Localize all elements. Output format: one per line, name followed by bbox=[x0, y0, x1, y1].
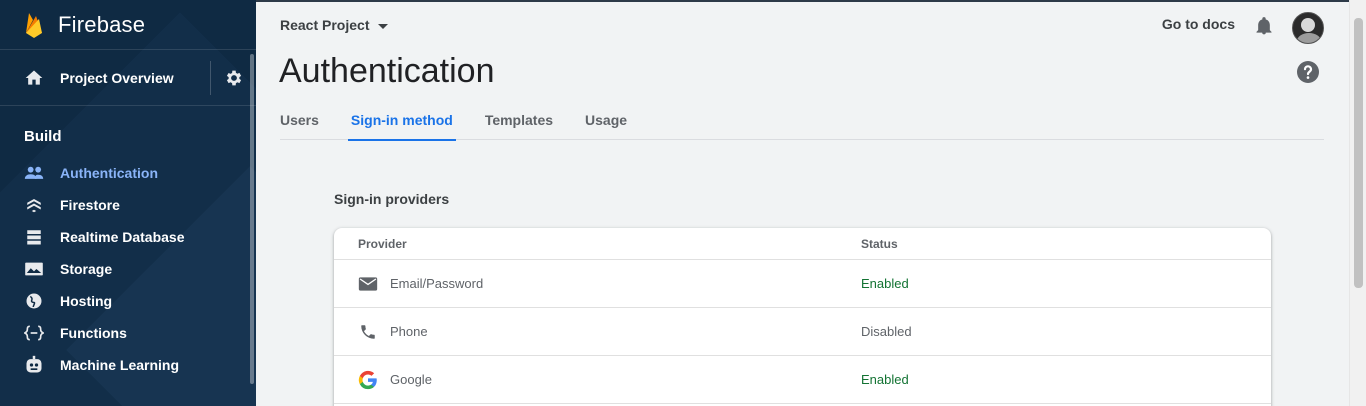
robot-icon bbox=[24, 355, 44, 375]
project-overview-label: Project Overview bbox=[60, 69, 174, 86]
page-title: Authentication bbox=[279, 52, 495, 90]
sidebar-item-machine-learning[interactable]: Machine Learning bbox=[0, 349, 256, 381]
people-icon bbox=[24, 163, 44, 183]
sidebar-item-label: Storage bbox=[60, 261, 113, 277]
sidebar-item-authentication[interactable]: Authentication bbox=[0, 157, 256, 189]
tab-templates[interactable]: Templates bbox=[485, 100, 553, 140]
tab-bar: Users Sign-in method Templates Usage bbox=[280, 100, 1324, 141]
sidebar-item-label: Firestore bbox=[60, 197, 120, 213]
hosting-icon bbox=[24, 291, 44, 311]
table-row[interactable]: Google Enabled bbox=[334, 356, 1271, 404]
provider-name: Google bbox=[390, 372, 432, 387]
table-row[interactable]: Phone Disabled bbox=[334, 308, 1271, 356]
sidebar-scrollbar[interactable] bbox=[250, 54, 254, 384]
page-scrollbar[interactable] bbox=[1349, 0, 1366, 406]
project-overview-row: Project Overview bbox=[0, 50, 256, 106]
providers-table: Provider Status Email/Password Enabled P… bbox=[334, 228, 1271, 406]
brand[interactable]: Firebase bbox=[0, 0, 256, 50]
provider-name: Email/Password bbox=[390, 276, 484, 291]
mail-icon bbox=[358, 274, 378, 294]
top-border bbox=[256, 0, 1366, 2]
notifications-bell-icon[interactable] bbox=[1254, 16, 1274, 36]
database-icon bbox=[24, 227, 44, 247]
sidebar-item-label: Authentication bbox=[60, 165, 158, 181]
provider-cell: Google bbox=[334, 370, 861, 390]
provider-cell: Phone bbox=[334, 322, 861, 342]
column-header-status: Status bbox=[861, 236, 898, 251]
functions-icon bbox=[24, 323, 44, 343]
google-icon bbox=[358, 370, 378, 390]
firebase-logo-icon bbox=[26, 12, 42, 38]
sidebar-item-label: Functions bbox=[60, 325, 127, 341]
main-content: React Project Go to docs Authentication … bbox=[256, 0, 1366, 406]
tab-usage[interactable]: Usage bbox=[585, 100, 627, 140]
sidebar-item-functions[interactable]: Functions bbox=[0, 317, 256, 349]
tab-users[interactable]: Users bbox=[280, 100, 319, 140]
phone-icon bbox=[358, 322, 378, 342]
gear-icon bbox=[226, 70, 241, 85]
go-to-docs-link[interactable]: Go to docs bbox=[1162, 16, 1235, 32]
sidebar-item-label: Hosting bbox=[60, 293, 113, 309]
chevron-down-icon bbox=[378, 23, 389, 29]
project-overview-link[interactable]: Project Overview bbox=[0, 50, 210, 105]
table-header: Provider Status bbox=[334, 228, 1271, 260]
provider-cell: Email/Password bbox=[334, 274, 861, 294]
project-name: React Project bbox=[280, 17, 370, 33]
build-section-label: Build bbox=[24, 128, 62, 145]
avatar[interactable] bbox=[1292, 12, 1324, 44]
tab-sign-in-method[interactable]: Sign-in method bbox=[347, 100, 456, 141]
sidebar-item-realtime-database[interactable]: Realtime Database bbox=[0, 221, 256, 253]
table-row[interactable]: Email/Password Enabled bbox=[334, 260, 1271, 308]
sidebar-item-storage[interactable]: Storage bbox=[0, 253, 256, 285]
sidebar-item-hosting[interactable]: Hosting bbox=[0, 285, 256, 317]
status-badge: Enabled bbox=[861, 276, 909, 291]
status-badge: Enabled bbox=[861, 372, 909, 387]
storage-icon bbox=[24, 259, 44, 279]
column-header-provider: Provider bbox=[358, 236, 407, 251]
sidebar: Firebase Project Overview Build Authenti… bbox=[0, 0, 256, 406]
home-icon bbox=[25, 70, 43, 85]
app-name: Firebase bbox=[58, 11, 146, 37]
status-badge: Disabled bbox=[861, 324, 912, 339]
help-icon[interactable] bbox=[1296, 60, 1320, 84]
page-scrollbar-thumb[interactable] bbox=[1354, 18, 1363, 288]
project-selector[interactable]: React Project bbox=[280, 17, 389, 33]
sidebar-item-label: Realtime Database bbox=[60, 229, 185, 245]
sidebar-item-label: Machine Learning bbox=[60, 357, 180, 373]
sign-in-providers-heading: Sign-in providers bbox=[334, 191, 450, 207]
firestore-icon bbox=[24, 195, 44, 215]
provider-name: Phone bbox=[390, 324, 428, 339]
sidebar-item-firestore[interactable]: Firestore bbox=[0, 189, 256, 221]
